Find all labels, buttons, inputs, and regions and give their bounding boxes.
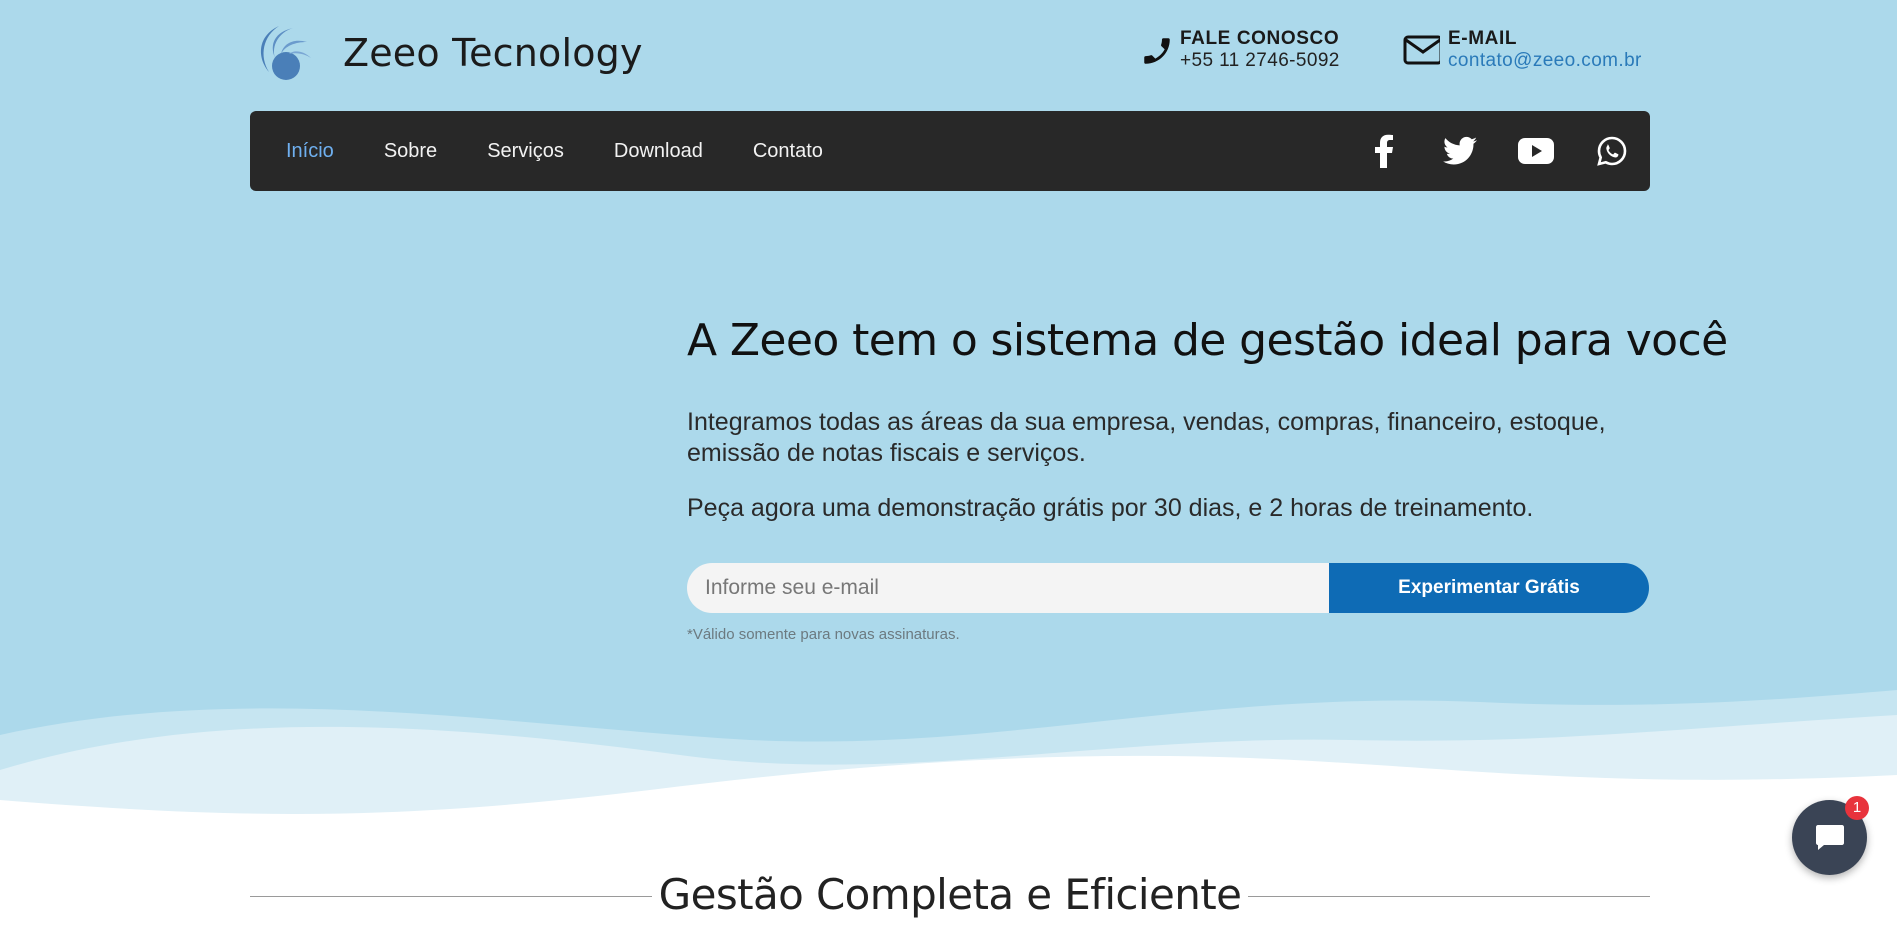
phone-label: FALE CONOSCO (1180, 28, 1340, 49)
facebook-icon[interactable] (1366, 133, 1402, 169)
email-link[interactable]: contato@zeeo.com.br (1448, 50, 1642, 72)
phone-contact: FALE CONOSCO +55 11 2746-5092 (1140, 28, 1340, 72)
email-contact: E-MAIL contato@zeeo.com.br (1400, 28, 1642, 72)
hero-headline: A Zeeo tem o sistema de gestão ideal par… (687, 315, 1728, 366)
try-free-button[interactable]: Experimentar Grátis (1329, 563, 1649, 613)
brand-name: Zeeo Tecnology (343, 31, 643, 75)
swirl-logo-icon (260, 26, 311, 80)
nav-item-sobre[interactable]: Sobre (384, 140, 437, 163)
whatsapp-icon[interactable] (1594, 133, 1630, 169)
nav-item-inicio[interactable]: Início (286, 140, 334, 163)
divider-right (1248, 896, 1650, 897)
brand-logo[interactable]: Zeeo Tecnology (249, 22, 643, 84)
main-navbar: Início Sobre Serviços Download Contato (250, 111, 1650, 191)
nav-item-download[interactable]: Download (614, 140, 703, 163)
wave-decoration (0, 690, 1897, 830)
email-input[interactable] (687, 563, 1329, 613)
nav-item-servicos[interactable]: Serviços (487, 140, 564, 163)
chat-bubble-icon (1815, 824, 1844, 850)
nav-links: Início Sobre Serviços Download Contato (286, 111, 873, 191)
signup-form: Experimentar Grátis (687, 563, 1649, 613)
envelope-icon (1403, 35, 1440, 65)
hero-offer: Peça agora uma demonstração grátis por 3… (687, 494, 1534, 522)
nav-item-contato[interactable]: Contato (753, 140, 823, 163)
section-heading: Gestão Completa e Eficiente (250, 870, 1650, 922)
signup-note: *Válido somente para novas assinaturas. (687, 626, 960, 643)
twitter-icon[interactable] (1442, 133, 1478, 169)
social-links (1326, 111, 1630, 191)
youtube-icon[interactable] (1518, 133, 1554, 169)
hero-lead: Integramos todas as áreas da sua empresa… (687, 408, 1606, 467)
section-title: Gestão Completa e Eficiente (658, 870, 1242, 919)
phone-icon (1144, 38, 1170, 64)
email-label: E-MAIL (1448, 28, 1518, 49)
phone-number[interactable]: +55 11 2746-5092 (1180, 50, 1340, 72)
chat-notification-badge: 1 (1845, 796, 1869, 820)
